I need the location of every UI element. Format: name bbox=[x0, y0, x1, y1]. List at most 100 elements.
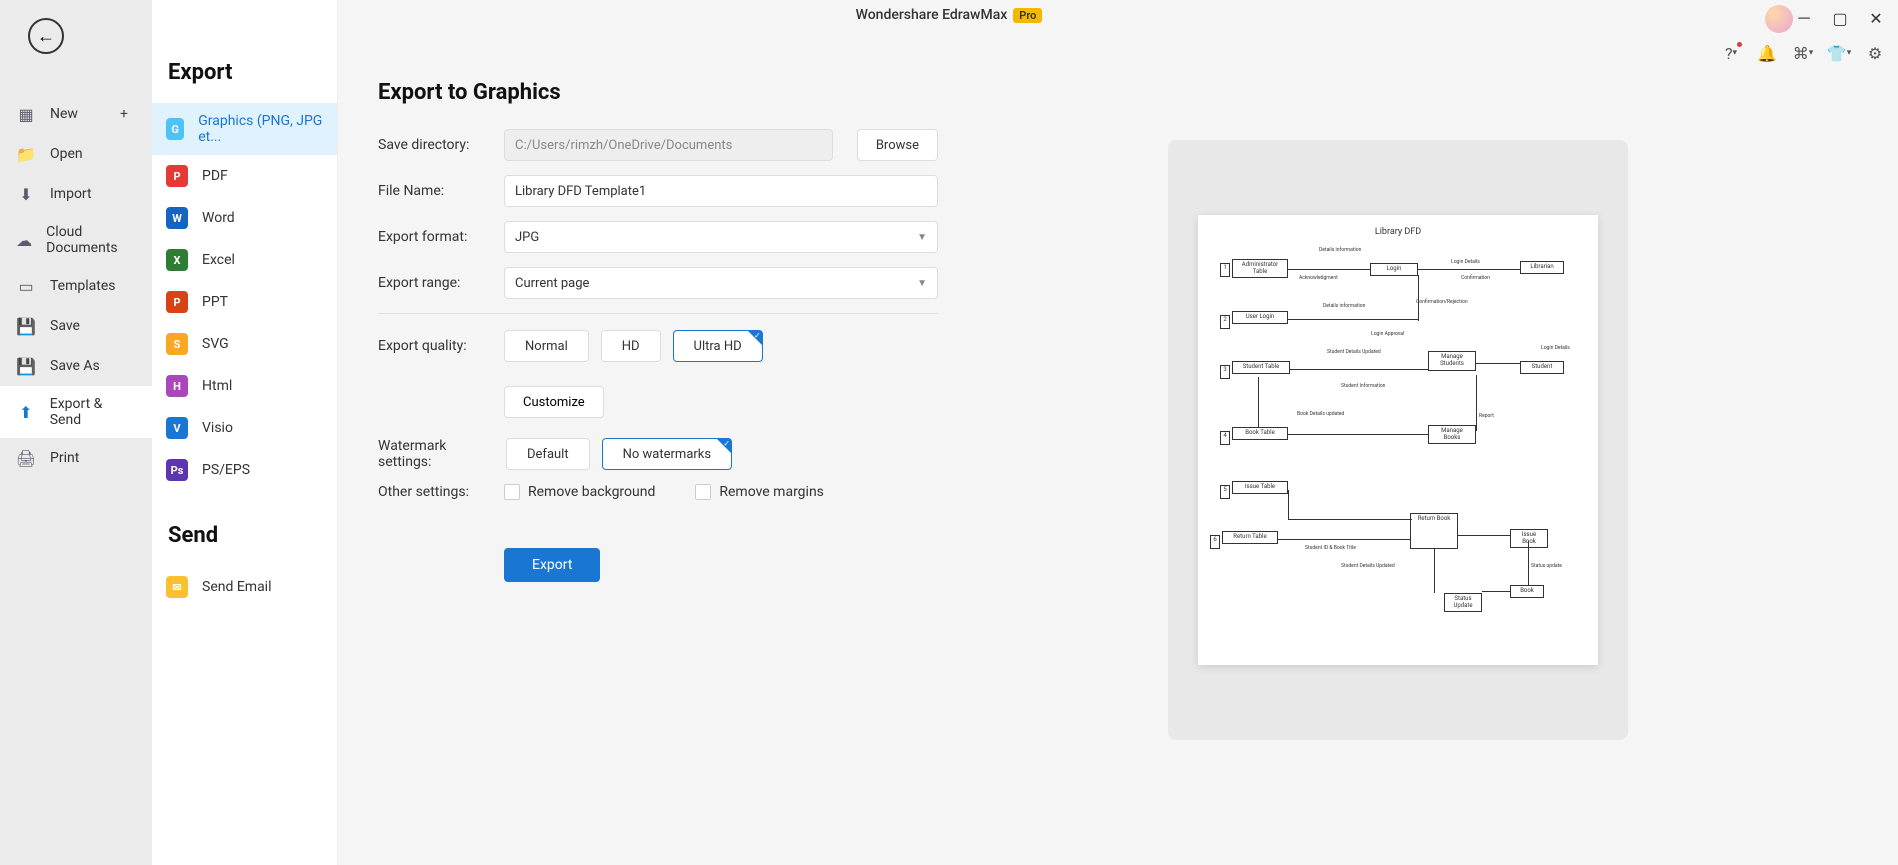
watermark-label: Watermark settings: bbox=[378, 438, 490, 470]
send-email[interactable]: ✉ Send Email bbox=[152, 566, 337, 608]
quality-ultra-label: Ultra HD bbox=[694, 339, 742, 354]
pro-badge: Pro bbox=[1013, 8, 1042, 23]
menu-label: Export & Send bbox=[50, 396, 136, 428]
dfd-num-2: 2 bbox=[1220, 315, 1230, 329]
watermark-default[interactable]: Default bbox=[506, 438, 590, 470]
menu-cloud-documents[interactable]: ☁ Cloud Documents bbox=[0, 214, 152, 266]
remove-bg-option[interactable]: Remove background bbox=[504, 484, 655, 500]
file-name-input[interactable] bbox=[504, 175, 938, 207]
export-pdf[interactable]: P PDF bbox=[152, 155, 337, 197]
print-icon: 🖨 bbox=[16, 448, 36, 468]
plus-box-icon: ▦ bbox=[16, 104, 36, 124]
dfd-box-issuetable: Issue Table bbox=[1232, 481, 1288, 494]
dfd-box-book: Book bbox=[1510, 585, 1544, 598]
browse-button[interactable]: Browse bbox=[857, 129, 938, 161]
menu-save[interactable]: 💾 Save bbox=[0, 306, 152, 346]
dfd-line bbox=[1476, 375, 1477, 431]
pdf-icon: P bbox=[166, 165, 188, 187]
format-select[interactable]: JPG ▼ bbox=[504, 221, 938, 253]
row-watermark: Watermark settings: Default No watermark… bbox=[378, 438, 938, 470]
quality-normal[interactable]: Normal bbox=[504, 330, 589, 362]
dfd-label-conf: Confirmation bbox=[1460, 275, 1491, 281]
dfd-label-login: Login Details bbox=[1450, 259, 1481, 265]
menu-label: Print bbox=[50, 450, 79, 466]
dfd-box-booktable: Book Table bbox=[1232, 427, 1288, 440]
check-icon bbox=[717, 439, 731, 453]
export-svg[interactable]: S SVG bbox=[152, 323, 337, 365]
dfd-diagram: 1 Administrator Table Login Librarian De… bbox=[1210, 245, 1586, 645]
format-value: JPG bbox=[515, 230, 539, 245]
preview-area: Library DFD 1 Administrator Table Login … bbox=[938, 80, 1858, 845]
menu-export-send[interactable]: ⬆ Export & Send bbox=[0, 386, 152, 438]
item-label: Excel bbox=[202, 252, 235, 268]
chevron-down-icon: ▼ bbox=[917, 232, 927, 243]
html-icon: H bbox=[166, 375, 188, 397]
watermark-none[interactable]: No watermarks bbox=[602, 438, 732, 470]
dfd-box-admin: Administrator Table bbox=[1232, 259, 1288, 278]
dfd-box-userlogin: User Login bbox=[1232, 311, 1288, 324]
import-icon: ⬇ bbox=[16, 184, 36, 204]
item-label: Send Email bbox=[202, 579, 272, 595]
remove-margins-option[interactable]: Remove margins bbox=[695, 484, 824, 500]
help-icon[interactable]: ?▾ bbox=[1720, 42, 1742, 64]
menu-label: Save bbox=[50, 318, 80, 334]
menu-label: Import bbox=[50, 186, 92, 202]
dfd-line bbox=[1458, 535, 1510, 536]
dfd-label-ld2: Login Details bbox=[1540, 345, 1571, 351]
preview-document: Library DFD 1 Administrator Table Login … bbox=[1198, 215, 1598, 665]
quality-hd[interactable]: HD bbox=[601, 330, 661, 362]
dfd-num-5: 5 bbox=[1220, 485, 1230, 499]
save-as-icon: 💾 bbox=[16, 356, 36, 376]
ps-icon: Ps bbox=[166, 459, 188, 481]
menu-print[interactable]: 🖨 Print bbox=[0, 438, 152, 478]
bell-icon[interactable]: 🔔 bbox=[1756, 42, 1778, 64]
menu-label: Open bbox=[50, 146, 83, 162]
dfd-label-report: Report bbox=[1478, 413, 1495, 419]
dfd-label-loginapp: Login Approval bbox=[1370, 331, 1405, 337]
remove-bg-checkbox[interactable] bbox=[504, 484, 520, 500]
item-label: SVG bbox=[202, 336, 229, 352]
dfd-line bbox=[1278, 539, 1410, 540]
dfd-box-returntable: Return Table bbox=[1222, 531, 1278, 544]
dfd-num-6: 6 bbox=[1210, 535, 1220, 549]
export-ps-eps[interactable]: Ps PS/EPS bbox=[152, 449, 337, 491]
dfd-box-returnbook: Return Book bbox=[1410, 513, 1458, 549]
menu-new[interactable]: ▦ New + bbox=[0, 94, 152, 134]
export-visio[interactable]: V Visio bbox=[152, 407, 337, 449]
export-button[interactable]: Export bbox=[504, 548, 600, 582]
grid-icon[interactable]: ⌘ ▾ bbox=[1792, 42, 1814, 64]
shirt-icon[interactable]: 👕 ▾ bbox=[1828, 42, 1850, 64]
dfd-num-3: 3 bbox=[1220, 365, 1230, 379]
remove-margins-checkbox[interactable] bbox=[695, 484, 711, 500]
menu-label: Save As bbox=[50, 358, 100, 374]
export-form: Export to Graphics Save directory: Brows… bbox=[378, 80, 938, 845]
menu-save-as[interactable]: 💾 Save As bbox=[0, 346, 152, 386]
item-label: PPT bbox=[202, 294, 228, 310]
export-word[interactable]: W Word bbox=[152, 197, 337, 239]
item-label: Word bbox=[202, 210, 235, 226]
dfd-label-confrej: Confirmation/Rejection bbox=[1415, 299, 1469, 305]
dfd-line bbox=[1288, 519, 1412, 520]
range-label: Export range: bbox=[378, 275, 488, 291]
row-other-settings: Other settings: Remove background Remove… bbox=[378, 484, 938, 500]
menu-import[interactable]: ⬇ Import bbox=[0, 174, 152, 214]
gear-icon[interactable]: ⚙ bbox=[1864, 42, 1886, 64]
customize-button[interactable]: Customize bbox=[504, 386, 604, 418]
menu-label: Cloud Documents bbox=[46, 224, 136, 256]
export-excel[interactable]: X Excel bbox=[152, 239, 337, 281]
dfd-box-issuebook: Issue Book bbox=[1510, 529, 1548, 548]
menu-open[interactable]: 📁 Open bbox=[0, 134, 152, 174]
range-select[interactable]: Current page ▼ bbox=[504, 267, 938, 299]
menu-templates[interactable]: ▭ Templates bbox=[0, 266, 152, 306]
save-dir-input bbox=[504, 129, 833, 161]
export-heading: Export bbox=[152, 50, 337, 103]
other-label: Other settings: bbox=[378, 484, 488, 500]
save-icon: 💾 bbox=[16, 316, 36, 336]
export-ppt[interactable]: P PPT bbox=[152, 281, 337, 323]
row-save-directory: Save directory: Browse bbox=[378, 129, 938, 161]
quality-ultra-hd[interactable]: Ultra HD bbox=[673, 330, 763, 362]
plus-icon[interactable]: + bbox=[120, 106, 128, 122]
export-html[interactable]: H Html bbox=[152, 365, 337, 407]
export-graphics[interactable]: G Graphics (PNG, JPG et... bbox=[152, 103, 337, 155]
dfd-line bbox=[1288, 434, 1428, 435]
